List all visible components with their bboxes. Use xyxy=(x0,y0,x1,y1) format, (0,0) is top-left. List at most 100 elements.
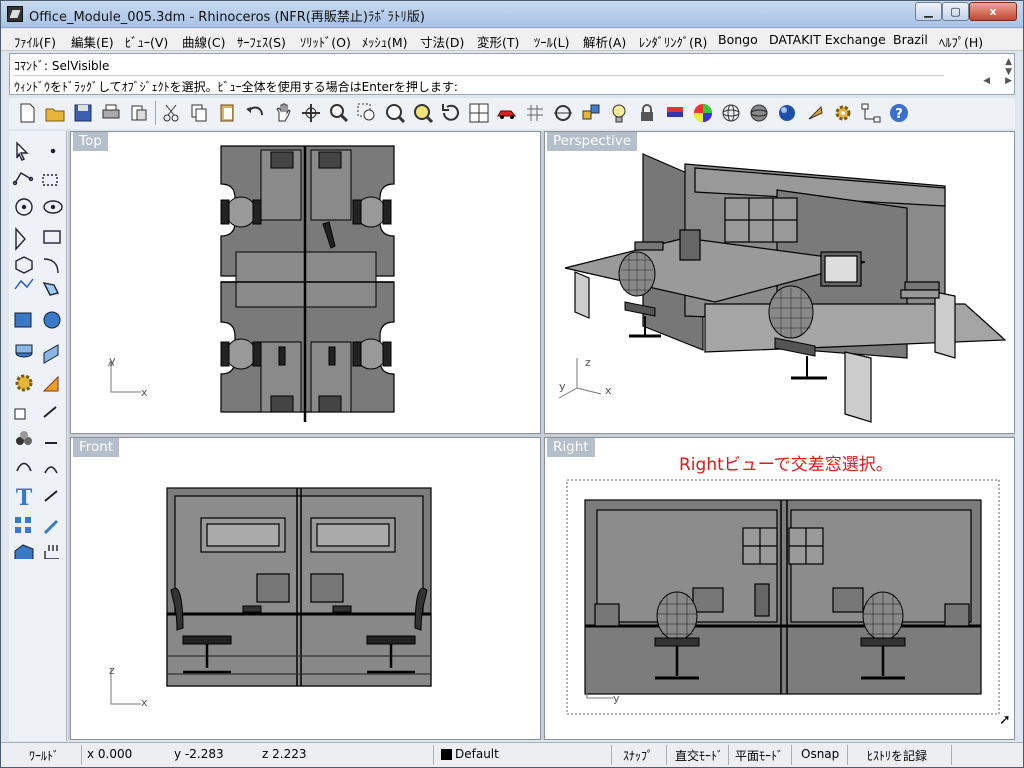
zoom-dynamic-icon[interactable] xyxy=(327,101,351,125)
zoom-window-icon[interactable] xyxy=(355,101,379,125)
perspective-axis-z-label: z xyxy=(585,356,591,369)
cut-icon[interactable] xyxy=(159,101,183,125)
prompt-scroll-left-icon[interactable]: ◀ xyxy=(983,76,990,86)
history-scroll-icon[interactable]: ▲ ▼ xyxy=(1005,57,1012,77)
viewport-label-right[interactable]: Right xyxy=(547,438,595,457)
top-axis-y-label: y xyxy=(109,354,116,367)
wireframe-sphere-icon[interactable] xyxy=(719,101,743,125)
import-icon[interactable] xyxy=(127,101,151,125)
selection-annotation: Rightビューで交差窓選択。 xyxy=(679,455,893,475)
menu-render[interactable]: ﾚﾝﾀﾞﾘﾝｸﾞ(R) xyxy=(639,32,707,51)
svg-text:T: T xyxy=(16,485,33,511)
perspective-axis-x-label: x xyxy=(605,384,612,397)
command-history: ｺﾏﾝﾄﾞ: SelVisible xyxy=(14,59,110,73)
zoom-selected-icon[interactable] xyxy=(411,101,435,125)
command-prompt[interactable]: ｳｨﾝﾄﾞｳをﾄﾞﾗｯｸﾞしてｵﾌﾞｼﾞｪｸﾄを選択。ﾋﾞｭｰ全体を使用する場合… xyxy=(14,75,944,95)
status-bar: ﾜｰﾙﾄﾞ x 0.000 y -2.283 z 2.223 Default ｽ… xyxy=(1,742,1023,767)
standard-toolbar: ? xyxy=(9,98,1015,129)
perspective-view-model xyxy=(558,153,1007,423)
menu-bongo[interactable]: Bongo xyxy=(718,32,758,47)
viewport-label-top[interactable]: Top xyxy=(73,132,108,151)
record-history-toggle[interactable]: ﾋｽﾄﾘを記録 xyxy=(867,747,927,764)
four-viewports-icon[interactable] xyxy=(467,101,491,125)
menu-transform[interactable]: 変形(T) xyxy=(477,32,519,51)
print-icon[interactable] xyxy=(99,101,123,125)
menu-edit[interactable]: 編集(E) xyxy=(71,32,114,51)
rhino-window: Office_Module_005.3dm - Rhinoceros (NFR(… xyxy=(0,0,1024,768)
viewport-perspective[interactable]: Perspective z y x xyxy=(544,131,1015,434)
pan-hand-icon[interactable] xyxy=(271,101,295,125)
bongo-icon[interactable] xyxy=(803,101,827,125)
shaded-sphere-icon[interactable] xyxy=(747,101,771,125)
ortho-toggle[interactable]: 直交ﾓｰﾄﾞ xyxy=(675,747,723,764)
mouse-cursor-icon: ➚ xyxy=(999,712,1011,728)
prompt-scroll-right-icon[interactable]: ▶ xyxy=(1005,76,1012,86)
layer-icon[interactable] xyxy=(663,101,687,125)
right-axis-y-label: y xyxy=(613,692,620,705)
hierarchy-icon[interactable] xyxy=(859,101,883,125)
help-icon[interactable]: ? xyxy=(887,101,911,125)
maximize-icon: ▢ xyxy=(950,5,961,18)
undo-view-icon[interactable] xyxy=(439,101,463,125)
command-area[interactable]: ｺﾏﾝﾄﾞ: SelVisible ｳｨﾝﾄﾞｳをﾄﾞﾗｯｸﾞしてｵﾌﾞｼﾞｪｸ… xyxy=(9,53,1015,95)
zoom-extents-icon[interactable] xyxy=(383,101,407,125)
menu-curve[interactable]: 曲線(C) xyxy=(182,32,225,51)
menu-file[interactable]: ﾌｧｲﾙ(F) xyxy=(14,32,56,51)
save-icon[interactable] xyxy=(71,101,95,125)
status-cplane[interactable]: ﾜｰﾙﾄﾞ xyxy=(29,747,59,764)
object-snap-icon[interactable] xyxy=(579,101,603,125)
rotate-view-icon[interactable] xyxy=(299,101,323,125)
new-file-icon[interactable] xyxy=(15,101,39,125)
car-render-icon[interactable] xyxy=(495,101,519,125)
open-file-icon[interactable] xyxy=(43,101,67,125)
front-view-model xyxy=(110,487,432,705)
lock-icon[interactable] xyxy=(635,101,659,125)
undo-icon[interactable] xyxy=(243,101,267,125)
menu-solid[interactable]: ｿﾘｯﾄﾞ(O) xyxy=(300,32,351,51)
svg-text:?: ? xyxy=(895,107,903,122)
tool-palette-icons[interactable]: T xyxy=(9,139,67,559)
planar-toggle[interactable]: 平面ﾓｰﾄﾞ xyxy=(735,747,783,764)
maximize-button[interactable]: ▢ xyxy=(942,2,969,21)
menu-dimension[interactable]: 寸法(D) xyxy=(420,32,464,51)
title-bar[interactable]: Office_Module_005.3dm - Rhinoceros (NFR(… xyxy=(1,1,1023,28)
minimize-icon: ▁ xyxy=(924,5,933,18)
viewport-label-perspective[interactable]: Perspective xyxy=(547,132,638,151)
paste-icon[interactable] xyxy=(215,101,239,125)
menu-bar: ﾌｧｲﾙ(F) 編集(E) ﾋﾞｭｰ(V) 曲線(C) ｻｰﾌｪｽ(S) ｿﾘｯ… xyxy=(1,29,1023,51)
viewport-top[interactable]: Top y x xyxy=(70,131,541,434)
viewport-front[interactable]: Front z x xyxy=(70,437,541,740)
window-title: Office_Module_005.3dm - Rhinoceros (NFR(… xyxy=(29,10,425,25)
osnap-toggle[interactable]: Osnap xyxy=(801,747,839,761)
status-layer[interactable]: Default xyxy=(455,747,499,761)
viewport-label-front[interactable]: Front xyxy=(73,438,120,457)
copy-icon[interactable] xyxy=(187,101,211,125)
grid-icon[interactable] xyxy=(523,101,547,125)
close-icon: x xyxy=(989,5,997,18)
gear-icon[interactable] xyxy=(831,101,855,125)
rhino-app-icon[interactable] xyxy=(7,6,23,22)
menu-brazil[interactable]: Brazil xyxy=(893,32,928,47)
menu-help[interactable]: ﾍﾙﾌﾟ(H) xyxy=(939,32,983,51)
menu-analyze[interactable]: 解析(A) xyxy=(583,32,626,51)
snap-toggle[interactable]: ｽﾅｯﾌﾟ xyxy=(623,747,653,764)
layer-color-swatch[interactable] xyxy=(441,749,452,760)
menu-tools[interactable]: ﾂｰﾙ(L) xyxy=(534,32,569,51)
viewport-right[interactable]: Right Rightビューで交差窓選択。 y ➚ xyxy=(544,437,1015,740)
rendered-sphere-icon[interactable] xyxy=(775,101,799,125)
light-bulb-icon[interactable] xyxy=(607,101,631,125)
status-x-coord: x 0.000 xyxy=(87,747,133,761)
close-button[interactable]: x xyxy=(969,2,1017,21)
menu-view[interactable]: ﾋﾞｭｰ(V) xyxy=(125,32,168,51)
color-wheel-icon[interactable] xyxy=(691,101,715,125)
main-tool-palette: T xyxy=(9,131,67,741)
menu-datakit[interactable]: DATAKIT Exchange xyxy=(769,32,886,47)
front-axis-z-label: z xyxy=(109,664,115,677)
menu-mesh[interactable]: ﾒｯｼｭ(M) xyxy=(362,32,408,51)
perspective-axis-y-label: y xyxy=(559,380,566,393)
target-icon[interactable] xyxy=(551,101,575,125)
minimize-button[interactable]: ▁ xyxy=(915,2,942,21)
viewport-area: Top y x Perspective z y x Front z x Righ… xyxy=(68,131,1015,740)
front-axis-x-label: x xyxy=(141,696,148,709)
menu-surface[interactable]: ｻｰﾌｪｽ(S) xyxy=(237,32,286,51)
